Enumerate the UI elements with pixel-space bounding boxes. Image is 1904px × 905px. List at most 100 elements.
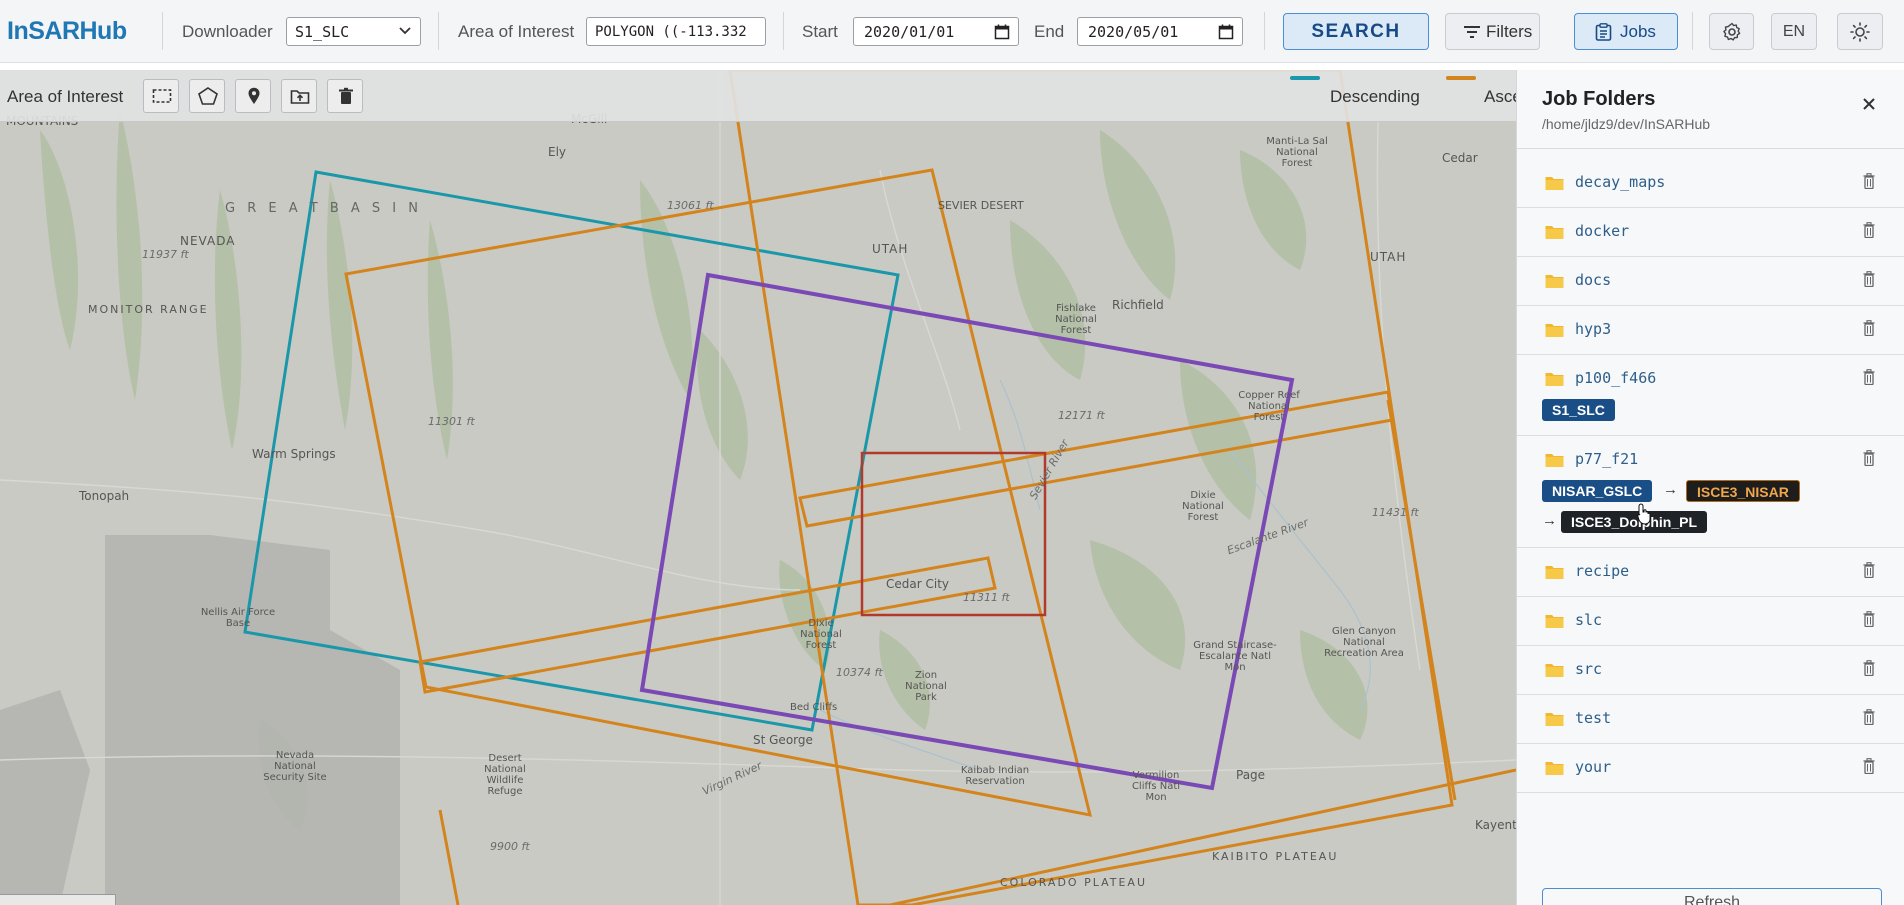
trash-icon[interactable] [1863,173,1875,189]
folder-row-slc[interactable]: slc [1517,597,1904,646]
folder-row-decay_maps[interactable]: decay_maps [1517,159,1904,208]
map-label: Warm Springs [252,447,336,461]
close-icon[interactable] [1857,92,1881,116]
folder-row-docker[interactable]: docker [1517,208,1904,257]
trash-icon[interactable] [1863,562,1875,578]
panel-path: /home/jldz9/dev/InSARHub [1542,116,1711,132]
language-button[interactable]: EN [1771,13,1817,50]
app-window: InSARHub Downloader S1_SLC Area of Inter… [0,0,1904,905]
aoi-input[interactable]: POLYGON ((-113.332 [586,17,766,46]
downloader-select[interactable]: S1_SLC [286,17,421,46]
folder-name[interactable]: p100_f466 [1575,369,1656,387]
map-label: Tonopah [79,489,130,503]
job-tag[interactable]: S1_SLC [1542,399,1615,421]
map-label: 9900 ft [490,840,530,853]
trash-icon[interactable] [1863,222,1875,238]
folder-name[interactable]: recipe [1575,562,1629,580]
jobs-button[interactable]: Jobs [1574,13,1678,50]
map-label: MONITOR RANGE [88,303,209,316]
folder-name[interactable]: docker [1575,222,1629,240]
folder-row-test[interactable]: test [1517,695,1904,744]
folder-row-p77_f21[interactable]: p77_f21 NISAR_GSLC → ISCE3_NISAR → ISCE3… [1517,436,1904,548]
toolbar-label: Area of Interest [7,87,124,106]
legend-swatch-ascending [1446,76,1476,80]
trash-icon [339,87,353,104]
map-label: 11937 ft [142,248,189,261]
map-label: COLORADO PLATEAU [1000,876,1148,889]
trash-icon[interactable] [1863,320,1875,336]
downloader-value: S1_SLC [295,23,350,41]
folder-name[interactable]: test [1575,709,1611,727]
trash-icon[interactable] [1863,611,1875,627]
calendar-icon[interactable] [994,24,1010,40]
clear-aoi-button[interactable] [327,79,363,113]
folder-name[interactable]: slc [1575,611,1602,629]
rectangle-icon [152,89,172,103]
folder-name[interactable]: src [1575,660,1602,678]
draw-polygon-button[interactable] [189,79,225,113]
map-label: Manti-La Sal National Forest [1266,136,1328,169]
job-tag[interactable]: ISCE3_NISAR [1686,480,1800,502]
folder-icon [1545,177,1564,190]
trash-icon[interactable] [1863,709,1875,725]
map-canvas[interactable]: MOUNTAINS McGill Ely G R E A T B A S I N… [0,70,1516,905]
trash-icon[interactable] [1863,758,1875,774]
folder-icon [1545,324,1564,337]
search-button[interactable]: SEARCH [1283,13,1429,50]
settings-button[interactable] [1709,13,1754,50]
job-tag[interactable]: NISAR_GSLC [1542,480,1653,502]
folder-row-hyp3[interactable]: hyp3 [1517,306,1904,355]
map-label: Desert National Wildlife Refuge [484,753,526,797]
map-label: 11301 ft [428,415,475,428]
job-folders-panel: Job Folders /home/jldz9/dev/InSARHub dec… [1516,70,1904,905]
chevron-down-icon [399,27,411,35]
draw-rectangle-button[interactable] [143,79,179,113]
map-scale-bar [0,894,116,905]
legend-label-descending: Descending [1330,87,1420,106]
calendar-icon[interactable] [1218,24,1234,40]
folder-row-recipe[interactable]: recipe [1517,548,1904,597]
filters-button[interactable]: Filters [1445,13,1540,50]
start-date-input[interactable]: 2020/01/01 [853,17,1019,46]
map-label: Cedar City [886,577,949,591]
folder-icon [1545,664,1564,677]
place-pin-button[interactable] [235,79,271,113]
folder-name[interactable]: docs [1575,271,1611,289]
divider [162,12,163,50]
map-label: 10374 ft [836,666,883,679]
trash-icon[interactable] [1863,369,1875,385]
upload-aoi-button[interactable] [281,79,317,113]
filters-label: Filters [1486,22,1533,41]
folder-name[interactable]: your [1575,758,1611,776]
trash-icon[interactable] [1863,450,1875,466]
folder-name[interactable]: decay_maps [1575,173,1665,191]
divider [1692,12,1693,50]
divider [438,12,439,50]
folder-icon [1545,713,1564,726]
map-label: Zion National Park [905,670,947,703]
folder-name[interactable]: hyp3 [1575,320,1611,338]
sun-icon [1850,22,1870,42]
map-label: Ely [548,145,567,159]
folder-row-src[interactable]: src [1517,646,1904,695]
trash-icon[interactable] [1863,271,1875,287]
folder-row-p100_f466[interactable]: p100_f466 S1_SLC [1517,355,1904,436]
folder-row-your[interactable]: your [1517,744,1904,793]
map-label: UTAH [1370,250,1407,264]
folder-row-docs[interactable]: docs [1517,257,1904,306]
theme-toggle-button[interactable] [1837,13,1883,50]
map-label: Bed Cliffs [790,702,838,713]
folder-icon [1545,275,1564,288]
trash-icon[interactable] [1863,660,1875,676]
job-tag[interactable]: ISCE3_Dolphin_PL [1561,511,1708,533]
folder-name[interactable]: p77_f21 [1575,450,1638,468]
refresh-button[interactable]: Refresh [1542,888,1882,905]
map-label: SEVIER DESERT [938,199,1024,212]
pipeline-arrow: → [1542,512,1557,529]
top-bar: InSARHub Downloader S1_SLC Area of Inter… [0,0,1904,63]
end-date-value: 2020/05/01 [1088,23,1179,41]
end-date-input[interactable]: 2020/05/01 [1077,17,1243,46]
app-brand[interactable]: InSARHub [7,17,127,46]
map-label: G R E A T B A S I N [225,201,422,216]
map-label: Vermilion Cliffs Natl Mon [1131,770,1181,803]
